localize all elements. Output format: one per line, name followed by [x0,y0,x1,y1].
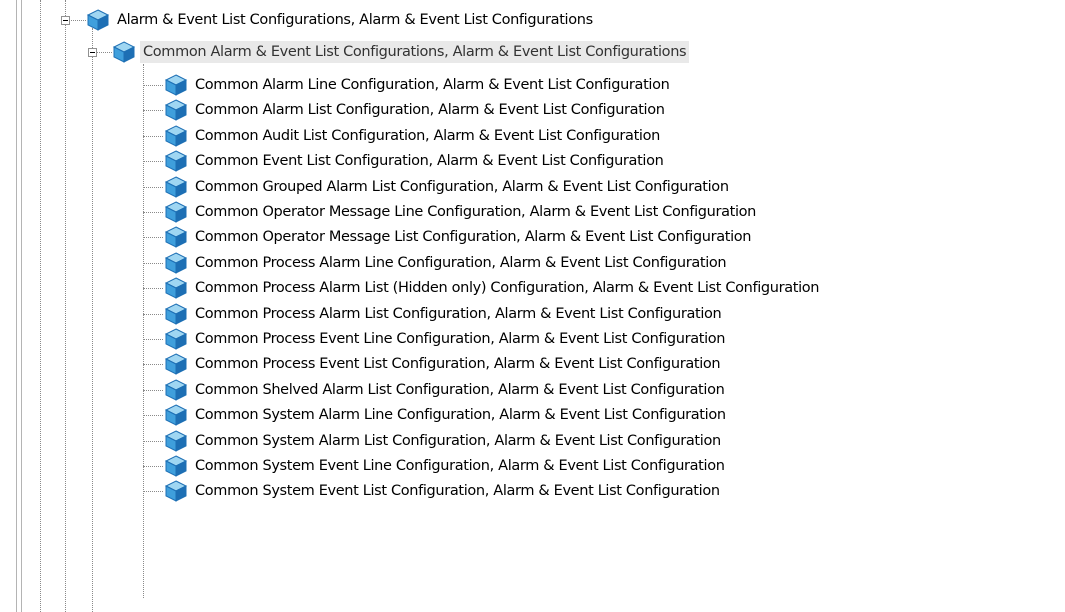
tree-connector [143,110,163,111]
tree-node-item[interactable]: Common Alarm Line Configuration, Alarm &… [164,73,672,97]
tree-node-item[interactable]: Common Process Alarm List Configuration,… [164,302,724,326]
tree-node-item[interactable]: Common Audit List Configuration, Alarm &… [164,124,663,148]
cube-icon [164,99,188,121]
tree-node-item[interactable]: Common Event List Configuration, Alarm &… [164,149,666,173]
tree-connector [143,85,163,86]
tree-node-item[interactable]: Common System Alarm Line Configuration, … [164,403,729,427]
tree-node-item[interactable]: Common Process Event Line Configuration,… [164,327,728,351]
tree-node-label: Common System Event Line Configuration, … [195,458,725,474]
tree-connector [143,288,163,289]
tree-node-item[interactable]: Common Shelved Alarm List Configuration,… [164,378,727,402]
cube-icon [164,252,188,274]
tree-connector [143,64,144,598]
collapse-toggle[interactable] [61,16,70,25]
tree-guide-line [21,0,22,612]
tree-guide-line [16,0,17,612]
tree-node-label: Common Process Alarm List (Hidden only) … [195,280,820,296]
tree-node-label: Common Process Alarm List Configuration,… [195,306,722,322]
tree-node-item[interactable]: Common Process Alarm Line Configuration,… [164,251,729,275]
tree-node-label: Common System Event List Configuration, … [195,483,720,499]
tree-connector [143,466,163,467]
tree-node-label: Common Operator Message List Configurati… [195,229,752,245]
tree-connector [65,0,66,612]
cube-icon [164,480,188,502]
tree-node-label: Common Alarm & Event List Configurations… [140,41,690,63]
cube-icon [164,404,188,426]
cube-icon [164,303,188,325]
tree-connector [143,314,163,315]
tree-node-label: Common System Alarm Line Configuration, … [195,407,726,423]
cube-icon [164,125,188,147]
tree-node-label: Common Alarm List Configuration, Alarm &… [195,102,665,118]
tree-node-item[interactable]: Common Process Event List Configuration,… [164,352,723,376]
tree-connector [143,364,163,365]
tree-connector [143,390,163,391]
tree-node-root[interactable]: Alarm & Event List Configurations, Alarm… [86,8,596,32]
configuration-tree: Alarm & Event List Configurations, Alarm… [0,0,1065,612]
tree-node-label: Common Shelved Alarm List Configuration,… [195,382,725,398]
tree-node-item[interactable]: Common System Alarm List Configuration, … [164,429,724,453]
cube-icon [164,226,188,248]
tree-node-label: Common Alarm Line Configuration, Alarm &… [195,77,670,93]
tree-connector [143,339,163,340]
tree-node-item[interactable]: Common Operator Message Line Configurati… [164,200,759,224]
tree-node-label: Alarm & Event List Configurations, Alarm… [117,12,593,28]
cube-icon [164,455,188,477]
tree-node-label: Common Grouped Alarm List Configuration,… [195,179,729,195]
tree-connector [143,187,163,188]
cube-icon [164,277,188,299]
tree-node-label: Common Audit List Configuration, Alarm &… [195,128,660,144]
tree-connector [143,237,163,238]
tree-node-item[interactable]: Common Operator Message List Configurati… [164,225,754,249]
tree-node-group[interactable]: Common Alarm & Event List Configurations… [112,40,690,64]
tree-node-label: Common System Alarm List Configuration, … [195,433,721,449]
cube-icon [164,430,188,452]
tree-connector [143,136,163,137]
tree-node-item[interactable]: Common System Event Line Configuration, … [164,454,728,478]
tree-node-label: Common Event List Configuration, Alarm &… [195,153,664,169]
cube-icon [164,328,188,350]
tree-node-item[interactable]: Common Process Alarm List (Hidden only) … [164,276,822,300]
cube-icon [112,41,136,63]
cube-icon [164,379,188,401]
tree-connector [40,0,41,612]
cube-icon [164,150,188,172]
cube-icon [164,74,188,96]
tree-connector [143,212,163,213]
tree-connector [92,28,93,612]
tree-connector [143,441,163,442]
cube-icon [164,176,188,198]
collapse-toggle[interactable] [88,48,97,57]
tree-node-item[interactable]: Common Grouped Alarm List Configuration,… [164,175,732,199]
tree-node-item[interactable]: Common System Event List Configuration, … [164,479,723,503]
cube-icon [164,201,188,223]
tree-connector [143,415,163,416]
tree-node-label: Common Operator Message Line Configurati… [195,204,756,220]
cube-icon [164,353,188,375]
tree-node-label: Common Process Alarm Line Configuration,… [195,255,727,271]
tree-connector [143,491,163,492]
tree-connector [143,161,163,162]
cube-icon [86,9,110,31]
tree-node-label: Common Process Event Line Configuration,… [195,331,726,347]
tree-node-item[interactable]: Common Alarm List Configuration, Alarm &… [164,98,668,122]
tree-node-label: Common Process Event List Configuration,… [195,356,721,372]
tree-connector [143,263,163,264]
